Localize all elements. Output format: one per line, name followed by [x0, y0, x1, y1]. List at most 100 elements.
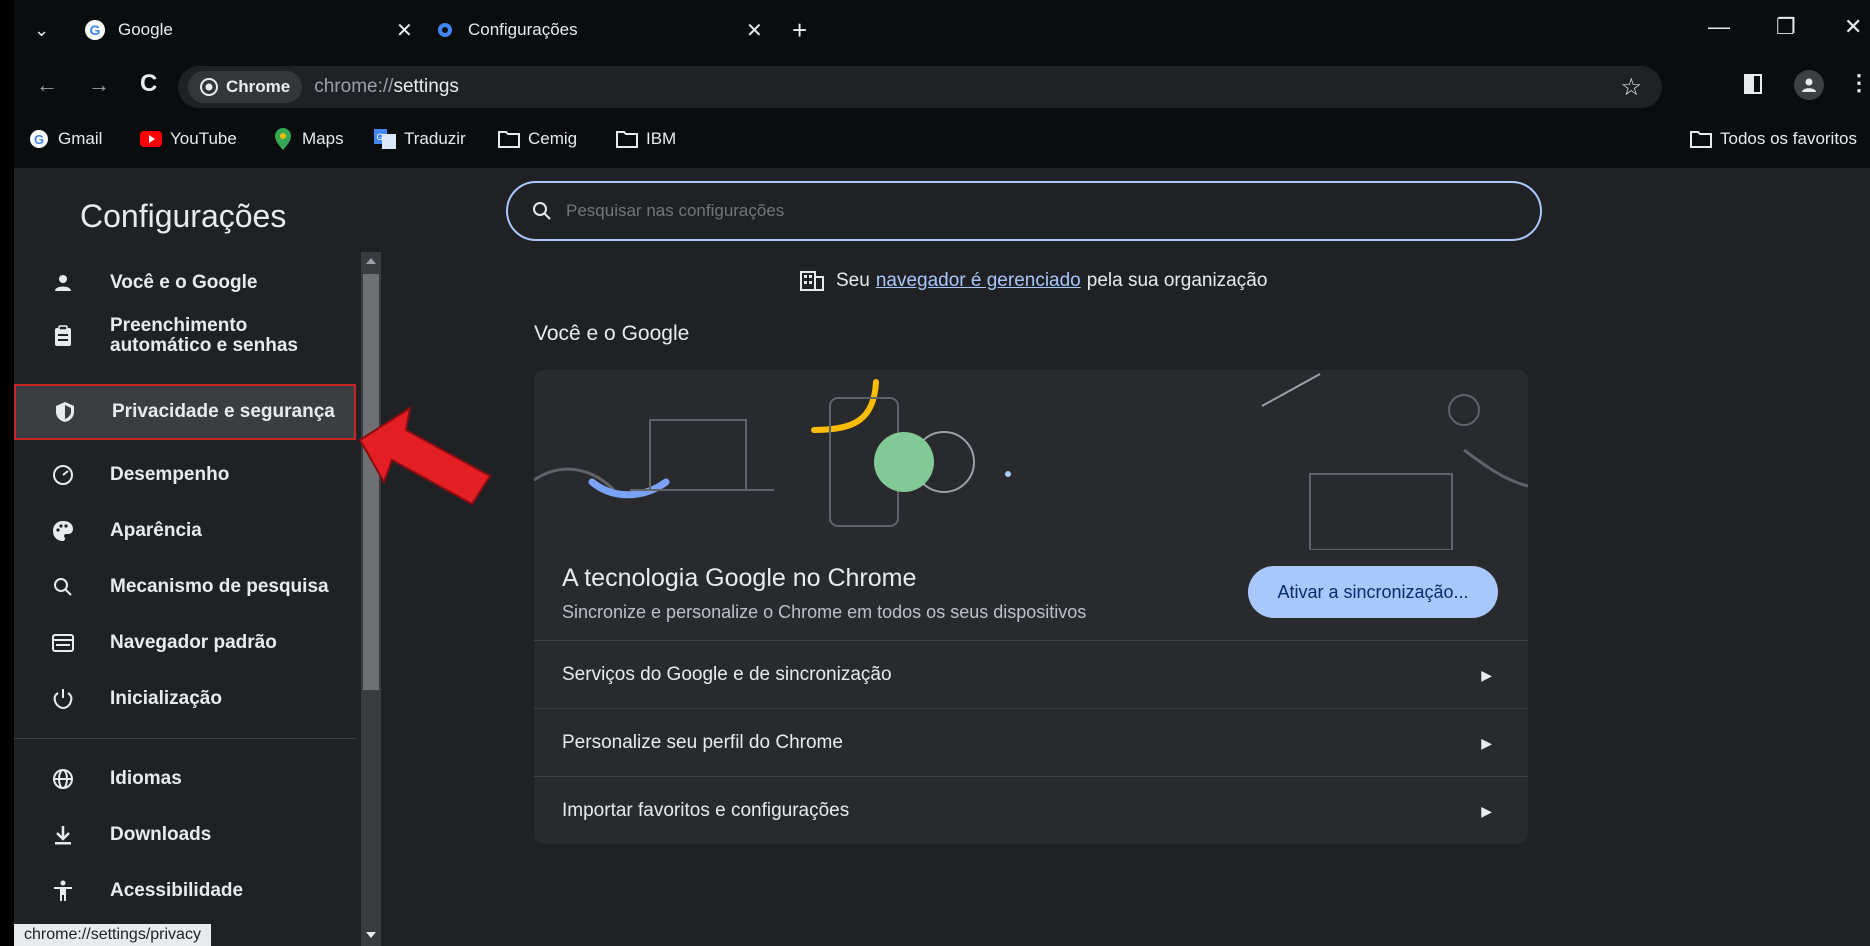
card-heading: A tecnologia Google no Chrome: [562, 564, 917, 592]
site-info-chip[interactable]: Chrome: [188, 71, 303, 103]
profile-icon[interactable]: [1794, 70, 1824, 100]
bookmark-label: YouTube: [170, 129, 237, 148]
sidebar-item-privacidade[interactable]: Privacidade e segurança: [14, 384, 356, 440]
forward-arrow-icon[interactable]: →: [88, 72, 110, 98]
managed-prefix: Seu: [836, 270, 870, 291]
svg-text:G: G: [90, 22, 101, 38]
sidebar-item-voce-e-o-google[interactable]: Você e o Google: [14, 262, 356, 304]
close-window-button[interactable]: ✕: [1844, 14, 1862, 40]
building-icon: [800, 271, 824, 291]
bookmark-cemig[interactable]: Cemig: [498, 128, 577, 150]
section-title: Você e o Google: [534, 322, 690, 345]
sync-button[interactable]: Ativar a sincronização...: [1248, 566, 1498, 618]
settings-header: Configurações: [44, 198, 286, 235]
sidebar-item-downloads[interactable]: Downloads: [14, 814, 356, 856]
sidebar-scrollbar[interactable]: [361, 252, 381, 946]
url-path: settings: [393, 76, 459, 97]
folder-icon: [498, 128, 520, 150]
clipboard-icon: [50, 323, 76, 349]
omnibox[interactable]: Chrome chrome://settings ☆: [178, 66, 1662, 108]
sidebar-item-label: Mecanismo de pesquisa: [110, 576, 329, 597]
gear-icon: [434, 19, 456, 41]
svg-text:G: G: [34, 132, 44, 147]
window-left-edge: [0, 0, 14, 946]
tab-google[interactable]: G Google ✕: [84, 6, 424, 54]
sidebar-item-inicializacao[interactable]: Inicialização: [14, 678, 356, 720]
settings-search[interactable]: [506, 181, 1542, 241]
row-label: Importar favoritos e configurações: [562, 800, 850, 821]
search-icon: [50, 574, 76, 600]
back-arrow-icon[interactable]: ←: [36, 72, 58, 98]
minimize-button[interactable]: —: [1708, 14, 1730, 40]
sidebar-item-idiomas[interactable]: Idiomas: [14, 758, 356, 800]
tab-title: Google: [118, 20, 173, 39]
row-servicos-google[interactable]: Serviços do Google e de sincronização ▶: [534, 640, 1528, 709]
accessibility-icon: [50, 878, 76, 904]
browser-window: ⌄ G Google ✕ Configurações ✕ + — ❐ ✕ ← →…: [14, 0, 1870, 946]
sidebar-item-mecanismo-de-pesquisa[interactable]: Mecanismo de pesquisa: [14, 566, 356, 608]
bookmarks-bar: G Gmail YouTube Maps G Traduzir Cemig IB…: [14, 116, 1870, 168]
sidebar-item-label: Preenchimento automático e senhas: [110, 315, 298, 356]
svg-text:G: G: [376, 132, 383, 142]
bookmark-star-icon[interactable]: ☆: [1620, 73, 1642, 102]
managed-link[interactable]: navegador é gerenciado: [876, 270, 1081, 292]
sidebar-item-label: Desempenho: [110, 464, 230, 485]
bookmark-label: Gmail: [58, 129, 103, 148]
sidebar-item-aparencia[interactable]: Aparência: [14, 510, 356, 552]
bookmark-label: Cemig: [528, 129, 578, 148]
speedometer-icon: [50, 462, 76, 488]
side-panel-icon[interactable]: [1744, 74, 1762, 94]
row-label: Personalize seu perfil do Chrome: [562, 732, 843, 753]
bookmark-maps[interactable]: Maps: [272, 128, 344, 150]
reload-icon[interactable]: C: [140, 70, 157, 98]
tab-search-menu-button[interactable]: ⌄: [34, 6, 49, 54]
scroll-up-icon[interactable]: [366, 258, 376, 264]
close-tab-icon[interactable]: ✕: [396, 18, 413, 43]
bookmark-label: Maps: [302, 129, 344, 148]
toolbar: ← → C Chrome chrome://settings ☆ ⋮: [14, 60, 1870, 116]
managed-notice: Seu navegador é gerenciado pela sua orga…: [800, 270, 1267, 292]
sidebar-item-preenchimento[interactable]: Preenchimento automático e senhas: [14, 310, 356, 362]
tab-configuracoes[interactable]: Configurações ✕: [434, 6, 763, 54]
sidebar-item-acessibilidade[interactable]: Acessibilidade: [14, 870, 356, 912]
chrome-logo-icon: [200, 78, 218, 96]
youtube-icon: [140, 128, 162, 150]
bookmark-label: IBM: [646, 129, 677, 148]
google-services-card: A tecnologia Google no Chrome Sincronize…: [534, 370, 1528, 844]
sidebar-item-navegador-padrao[interactable]: Navegador padrão: [14, 622, 356, 664]
chevron-right-icon: ▶: [1481, 734, 1492, 751]
sidebar-item-label: Navegador padrão: [110, 632, 277, 653]
browser-icon: [50, 630, 76, 656]
row-label: Serviços do Google e de sincronização: [562, 664, 892, 685]
url-text[interactable]: chrome://settings: [314, 76, 459, 98]
scroll-down-icon[interactable]: [366, 932, 376, 938]
close-tab-icon[interactable]: ✕: [746, 18, 763, 43]
globe-icon: [50, 766, 76, 792]
sidebar-item-label: Privacidade e segurança: [112, 401, 335, 422]
managed-suffix: pela sua organização: [1086, 270, 1268, 291]
restore-button[interactable]: ❐: [1776, 14, 1796, 40]
bookmark-label: Todos os favoritos: [1720, 129, 1858, 148]
search-input[interactable]: [564, 200, 1468, 222]
row-importar-favoritos[interactable]: Importar favoritos e configurações ▶: [534, 776, 1528, 844]
sidebar-item-label: Acessibilidade: [110, 880, 244, 901]
download-icon: [50, 822, 76, 848]
maps-pin-icon: [272, 128, 294, 150]
chevron-right-icon: ▶: [1481, 802, 1492, 819]
bookmark-youtube[interactable]: YouTube: [140, 128, 237, 150]
new-tab-button[interactable]: +: [792, 6, 807, 54]
kebab-menu-icon[interactable]: ⋮: [1848, 70, 1870, 96]
bookmark-ibm[interactable]: IBM: [616, 128, 676, 150]
bookmark-gmail[interactable]: G Gmail: [28, 128, 102, 150]
row-personalize-perfil[interactable]: Personalize seu perfil do Chrome ▶: [534, 708, 1528, 777]
palette-icon: [50, 518, 76, 544]
google-icon: G: [84, 19, 106, 41]
sidebar-item-desempenho[interactable]: Desempenho: [14, 454, 356, 496]
sync-illustration: [534, 373, 1528, 550]
all-bookmarks[interactable]: Todos os favoritos: [1690, 128, 1857, 150]
sidebar-item-label: Downloads: [110, 824, 212, 845]
bookmark-traduzir[interactable]: G Traduzir: [374, 128, 466, 150]
translate-icon: G: [374, 128, 396, 150]
search-icon: [532, 201, 552, 221]
sidebar-item-label: Você e o Google: [110, 272, 258, 293]
